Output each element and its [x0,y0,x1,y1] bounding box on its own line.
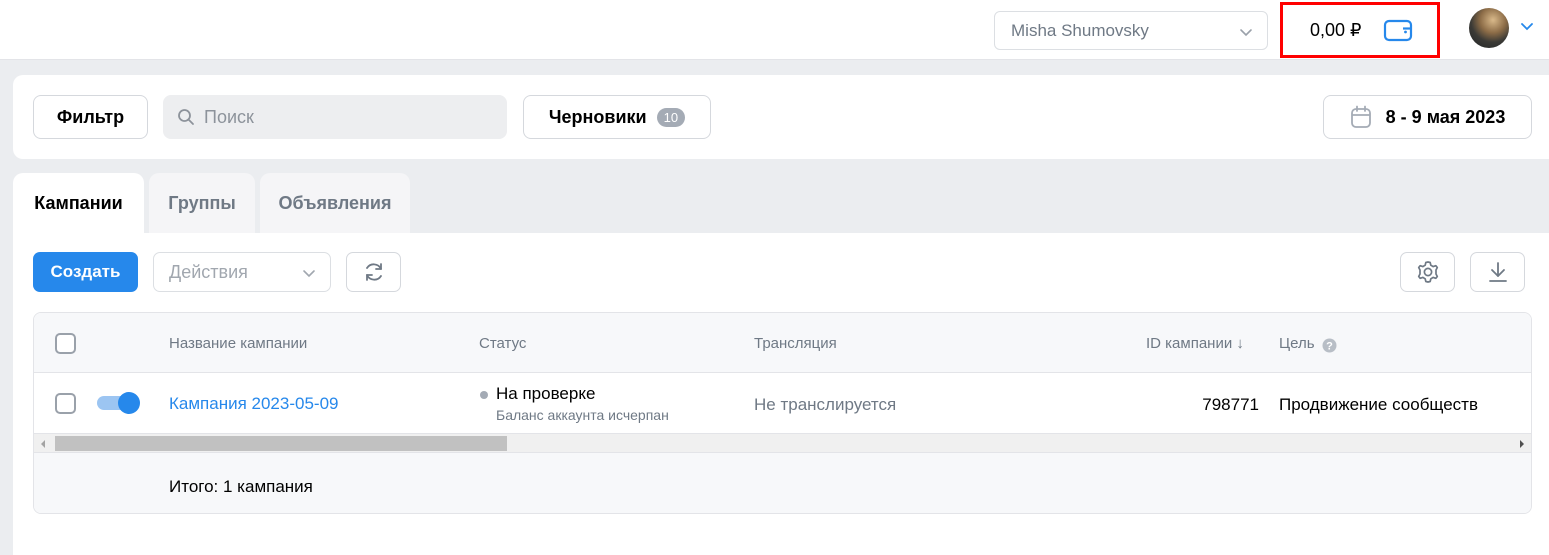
drafts-label: Черновики [548,106,647,127]
account-name: Misha Shumovsky [1011,20,1149,40]
scroll-left-icon[interactable] [39,439,47,449]
download-icon [1488,262,1507,282]
table-header: Название кампании Статус Трансляция ID к… [34,313,1531,373]
campaigns-table: Название кампании Статус Трансляция ID к… [33,312,1532,514]
campaign-id: 798771 [1202,395,1259,414]
status-text: На проверке [496,384,596,403]
refresh-button[interactable] [346,252,401,292]
horizontal-scrollbar[interactable] [34,433,1531,453]
settings-button[interactable] [1400,252,1455,292]
table-row: Кампания 2023-05-09 На проверке Баланс а… [34,373,1531,433]
refresh-icon [365,263,382,281]
campaigns-panel: Создать Действия Название кампании Стату… [13,233,1549,555]
create-button[interactable]: Создать [33,252,138,292]
toggle-knob [118,392,140,414]
broadcast-status: Не транслируется [754,395,897,414]
wallet-icon [1383,19,1413,42]
tab-groups-label: Группы [168,192,236,213]
user-avatar[interactable] [1469,8,1509,48]
chevron-down-icon [303,270,315,278]
status-note: Баланс аккаунта исчерпан [496,407,669,423]
column-header-id[interactable]: ID кампании ↓ [1146,335,1244,352]
search-icon [178,109,194,125]
drafts-button[interactable]: Черновики 10 [523,95,711,139]
help-icon[interactable]: ? [1322,338,1337,353]
row-checkbox[interactable] [55,393,76,414]
chevron-down-icon [1240,29,1252,37]
account-select[interactable]: Misha Shumovsky [994,11,1268,50]
actions-select-label: Действия [169,261,248,282]
filter-button-label: Фильтр [56,106,125,127]
tab-ads[interactable]: Объявления [260,173,410,233]
actions-select[interactable]: Действия [153,252,331,292]
filter-toolbar: Фильтр Черновики 10 8 - 9 мая 2023 [13,75,1549,159]
table-footer: Итого: 1 кампания [34,453,1531,513]
gear-icon [1417,261,1438,283]
column-header-goal[interactable]: Цель [1279,335,1315,352]
select-all-checkbox[interactable] [55,333,76,354]
column-header-status[interactable]: Статус [479,335,526,352]
date-range-button[interactable]: 8 - 9 мая 2023 [1323,95,1532,139]
scroll-right-icon[interactable] [1518,439,1526,449]
status-dot [480,391,488,399]
drafts-count-badge: 10 [656,107,686,127]
calendar-icon [1350,105,1371,128]
tab-campaigns[interactable]: Кампании [13,173,144,233]
column-header-broadcast[interactable]: Трансляция [754,335,837,352]
balance-widget[interactable]: 0,00 ₽ [1280,2,1440,58]
filter-button[interactable]: Фильтр [33,95,148,139]
total-count: Итого: 1 кампания [169,477,313,496]
scrollbar-thumb[interactable] [55,436,507,451]
search-input[interactable] [204,106,504,128]
balance-value: 0,00 ₽ [1310,19,1362,40]
date-range-label: 8 - 9 мая 2023 [1385,106,1506,127]
tab-ads-label: Объявления [278,192,392,213]
create-button-label: Создать [50,262,121,281]
avatar-chevron-down-icon[interactable] [1520,22,1534,32]
tab-campaigns-label: Кампании [34,192,123,213]
column-header-name[interactable]: Название кампании [169,335,307,352]
campaign-name-link[interactable]: Кампания 2023-05-09 [169,394,338,414]
download-button[interactable] [1470,252,1525,292]
top-bar: Misha Shumovsky 0,00 ₽ [0,0,1549,60]
campaign-toggle[interactable] [97,392,140,414]
tab-groups[interactable]: Группы [149,173,255,233]
campaign-goal: Продвижение сообществ [1279,395,1478,414]
svg-text:?: ? [1326,341,1333,353]
search-field[interactable] [163,95,507,139]
